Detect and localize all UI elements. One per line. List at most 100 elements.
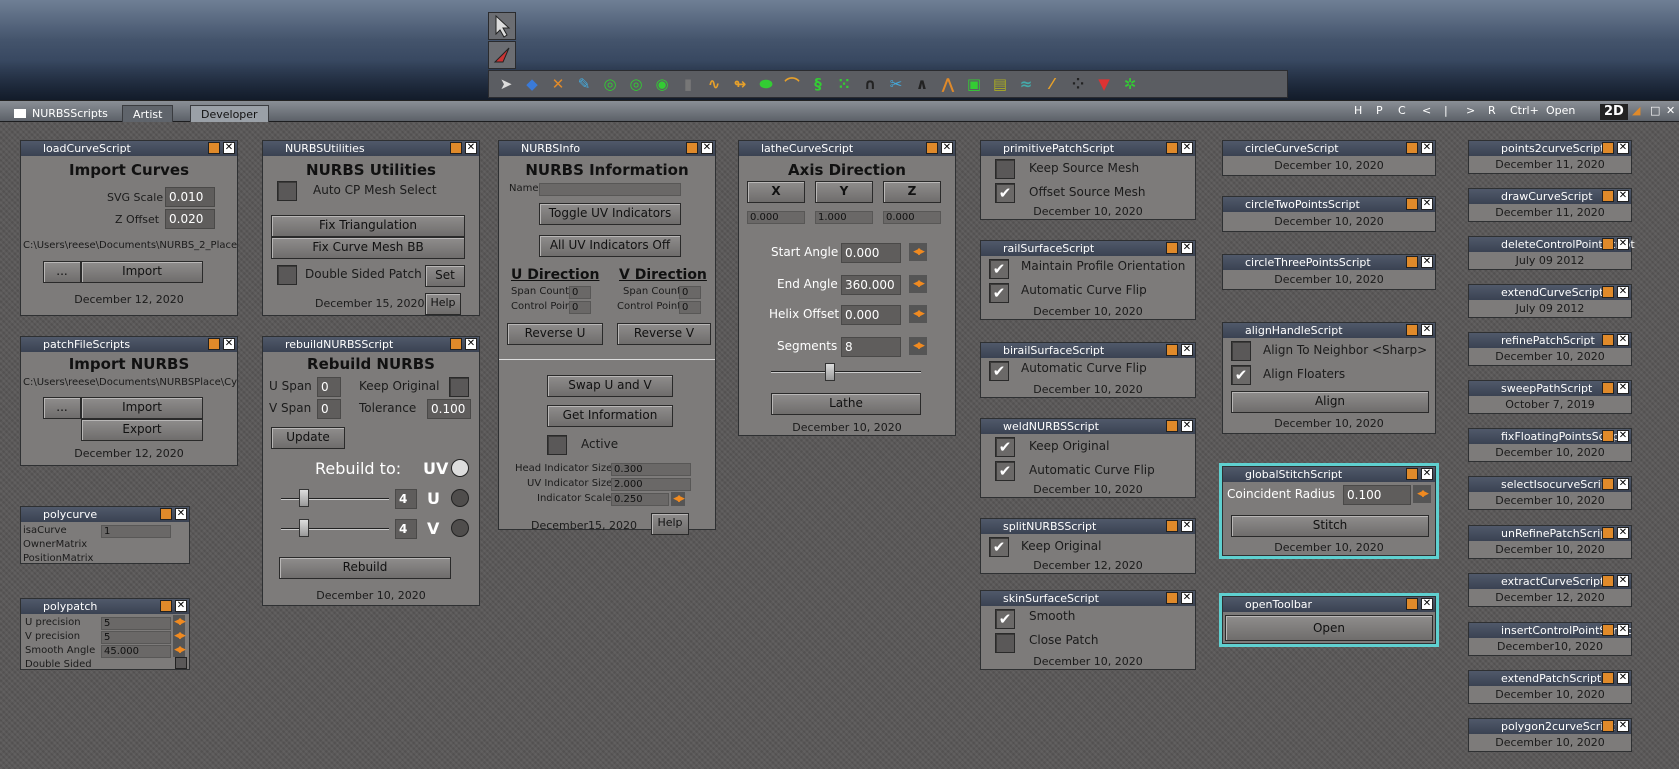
menu-r[interactable]: R — [1484, 104, 1500, 120]
axis-x-field[interactable]: 0.000 — [747, 211, 805, 224]
helix-offset-spinner-icon[interactable]: ◀▶ — [909, 305, 927, 323]
close-icon[interactable]: ✕ — [1617, 238, 1629, 250]
v-slider[interactable] — [281, 528, 389, 530]
minimize-icon[interactable] — [1406, 256, 1418, 268]
close-icon[interactable]: ✕ — [1421, 468, 1433, 480]
axis-y-button[interactable]: Y — [815, 181, 873, 203]
close-icon[interactable]: ✕ — [1617, 478, 1629, 490]
map-icon[interactable]: ▤ — [989, 73, 1011, 95]
minimize-icon[interactable] — [1406, 198, 1418, 210]
keep-original-checkbox[interactable] — [449, 377, 469, 397]
end-angle-field[interactable]: 360.000 — [841, 275, 901, 295]
panel-header[interactable]: NURBSInfo ✕ — [499, 141, 715, 156]
uv-radio[interactable] — [451, 459, 469, 477]
tolerance-field[interactable]: 0.100 — [427, 399, 471, 419]
minimize-icon[interactable] — [1602, 430, 1614, 442]
stitch-button[interactable]: Stitch — [1231, 515, 1429, 537]
scissors-icon[interactable]: ✂ — [885, 73, 907, 95]
close-icon[interactable]: ✕ — [701, 142, 713, 154]
smooth-checkbox[interactable]: ✔ — [995, 609, 1015, 629]
keep-original-checkbox[interactable]: ✔ — [989, 537, 1009, 557]
close-icon[interactable]: ✕ — [465, 142, 477, 154]
svg-scale-field[interactable]: 0.010 — [165, 187, 215, 207]
u-precision-field[interactable]: 5 — [101, 617, 171, 630]
arc-icon[interactable]: ⌒ — [781, 73, 803, 95]
minimize-icon[interactable] — [1406, 324, 1418, 336]
panel-header[interactable]: extendCurveScript ✕ — [1469, 285, 1631, 300]
close-icon[interactable]: ✕ — [223, 338, 235, 350]
v-precision-spinner-icon[interactable]: ◀▶ — [173, 629, 186, 643]
minimize-icon[interactable] — [1166, 520, 1178, 532]
path-field[interactable]: C:\Users\reese\Documents\NURBS_2_Place\ — [23, 240, 237, 251]
indicator-scale-field[interactable]: 0.250 — [611, 493, 669, 506]
active-checkbox[interactable] — [547, 435, 567, 455]
align-floaters-checkbox[interactable]: ✔ — [1231, 365, 1251, 385]
panel-header[interactable]: extendPatchScript ✕ — [1469, 671, 1631, 686]
isacurve-field[interactable]: 1 — [101, 525, 171, 538]
minimize-icon[interactable] — [1602, 527, 1614, 539]
browse-button[interactable]: ... — [43, 261, 81, 283]
start-angle-spinner-icon[interactable]: ◀▶ — [909, 243, 927, 261]
close-patch-checkbox[interactable] — [995, 633, 1015, 653]
menu-next[interactable]: > — [1462, 104, 1479, 120]
minimize-icon[interactable] — [1602, 382, 1614, 394]
lathe-button[interactable]: Lathe — [771, 393, 921, 415]
ring2-icon[interactable]: ◎ — [625, 73, 647, 95]
panel-header[interactable]: latheCurveScript ✕ — [739, 141, 955, 156]
close-window-icon[interactable]: ✕ — [1662, 104, 1679, 120]
close-icon[interactable]: ✕ — [1617, 382, 1629, 394]
close-icon[interactable]: ✕ — [1181, 242, 1193, 254]
minimize-icon[interactable] — [1166, 344, 1178, 356]
panel-header[interactable]: railSurfaceScript ✕ — [981, 241, 1195, 256]
panel-header[interactable]: polypatch ✕ — [21, 599, 189, 614]
menu-ctrl[interactable]: Ctrl+ — [1506, 104, 1543, 120]
menu-open[interactable]: Open — [1542, 104, 1579, 120]
panel-header[interactable]: NURBSUtilities ✕ — [263, 141, 479, 156]
close-icon[interactable]: ✕ — [941, 142, 953, 154]
u-span-field[interactable]: 0 — [317, 377, 341, 397]
axis-z-button[interactable]: Z — [883, 181, 941, 203]
menu-prev[interactable]: < — [1418, 104, 1435, 120]
panel-header[interactable]: weldNURBSScript ✕ — [981, 419, 1195, 434]
keep-original-checkbox[interactable]: ✔ — [995, 437, 1015, 457]
ring-icon[interactable]: ◎ — [599, 73, 621, 95]
close-icon[interactable]: ✕ — [1421, 324, 1433, 336]
close-icon[interactable]: ✕ — [1617, 334, 1629, 346]
close-icon[interactable]: ✕ — [1617, 720, 1629, 732]
minimize-icon[interactable] — [208, 142, 220, 154]
tab-artist[interactable]: Artist — [122, 105, 174, 123]
browse-button[interactable]: ... — [43, 397, 81, 419]
panel-header[interactable]: unRefinePatchScript ✕ — [1469, 526, 1631, 541]
auto-cp-checkbox[interactable] — [277, 181, 297, 201]
auto-flip-checkbox[interactable]: ✔ — [995, 461, 1015, 481]
panel-header[interactable]: fixFloatingPointsScript ✕ — [1469, 429, 1631, 444]
panel-header[interactable]: sweepPathScript ✕ — [1469, 381, 1631, 396]
close-icon[interactable]: ✕ — [223, 142, 235, 154]
get-information-button[interactable]: Get Information — [547, 405, 673, 427]
help-button[interactable]: Help — [425, 293, 461, 315]
panel-header[interactable]: circleCurveScript ✕ — [1223, 141, 1435, 156]
pen-icon[interactable]: ✎ — [573, 73, 595, 95]
panel-header[interactable]: drawCurveScript ✕ — [1469, 189, 1631, 204]
reverse-v-button[interactable]: Reverse V — [617, 323, 711, 345]
panel-header[interactable]: skinSurfaceScript ✕ — [981, 591, 1195, 606]
panel-header[interactable]: circleThreePointsScript ✕ — [1223, 255, 1435, 270]
all-uv-off-button[interactable]: All UV Indicators Off — [539, 235, 681, 257]
maintain-profile-checkbox[interactable]: ✔ — [989, 259, 1009, 279]
path-field[interactable]: C:\Users\reese\Documents\NURBSPlace\Cyl3 — [23, 377, 237, 388]
panel-header[interactable]: splitNURBSScript ✕ — [981, 519, 1195, 534]
transform-tool-icon[interactable] — [488, 41, 516, 69]
panel-header[interactable]: primitivePatchScript ✕ — [981, 141, 1195, 156]
panel-header[interactable]: birailSurfaceScript ✕ — [981, 343, 1195, 358]
minimize-icon[interactable] — [1166, 242, 1178, 254]
minimize-icon[interactable] — [1602, 334, 1614, 346]
tab-developer[interactable]: Developer — [190, 105, 269, 123]
minimize-icon[interactable] — [1406, 142, 1418, 154]
fix-triangulation-button[interactable]: Fix Triangulation — [271, 215, 465, 237]
v-slider-handle[interactable] — [299, 519, 309, 537]
minimize-icon[interactable] — [1166, 420, 1178, 432]
close-icon[interactable]: ✕ — [1181, 420, 1193, 432]
minimize-icon[interactable] — [1602, 238, 1614, 250]
panel-header[interactable]: globalStitchScript ✕ — [1223, 467, 1435, 482]
minimize-icon[interactable] — [160, 600, 172, 612]
